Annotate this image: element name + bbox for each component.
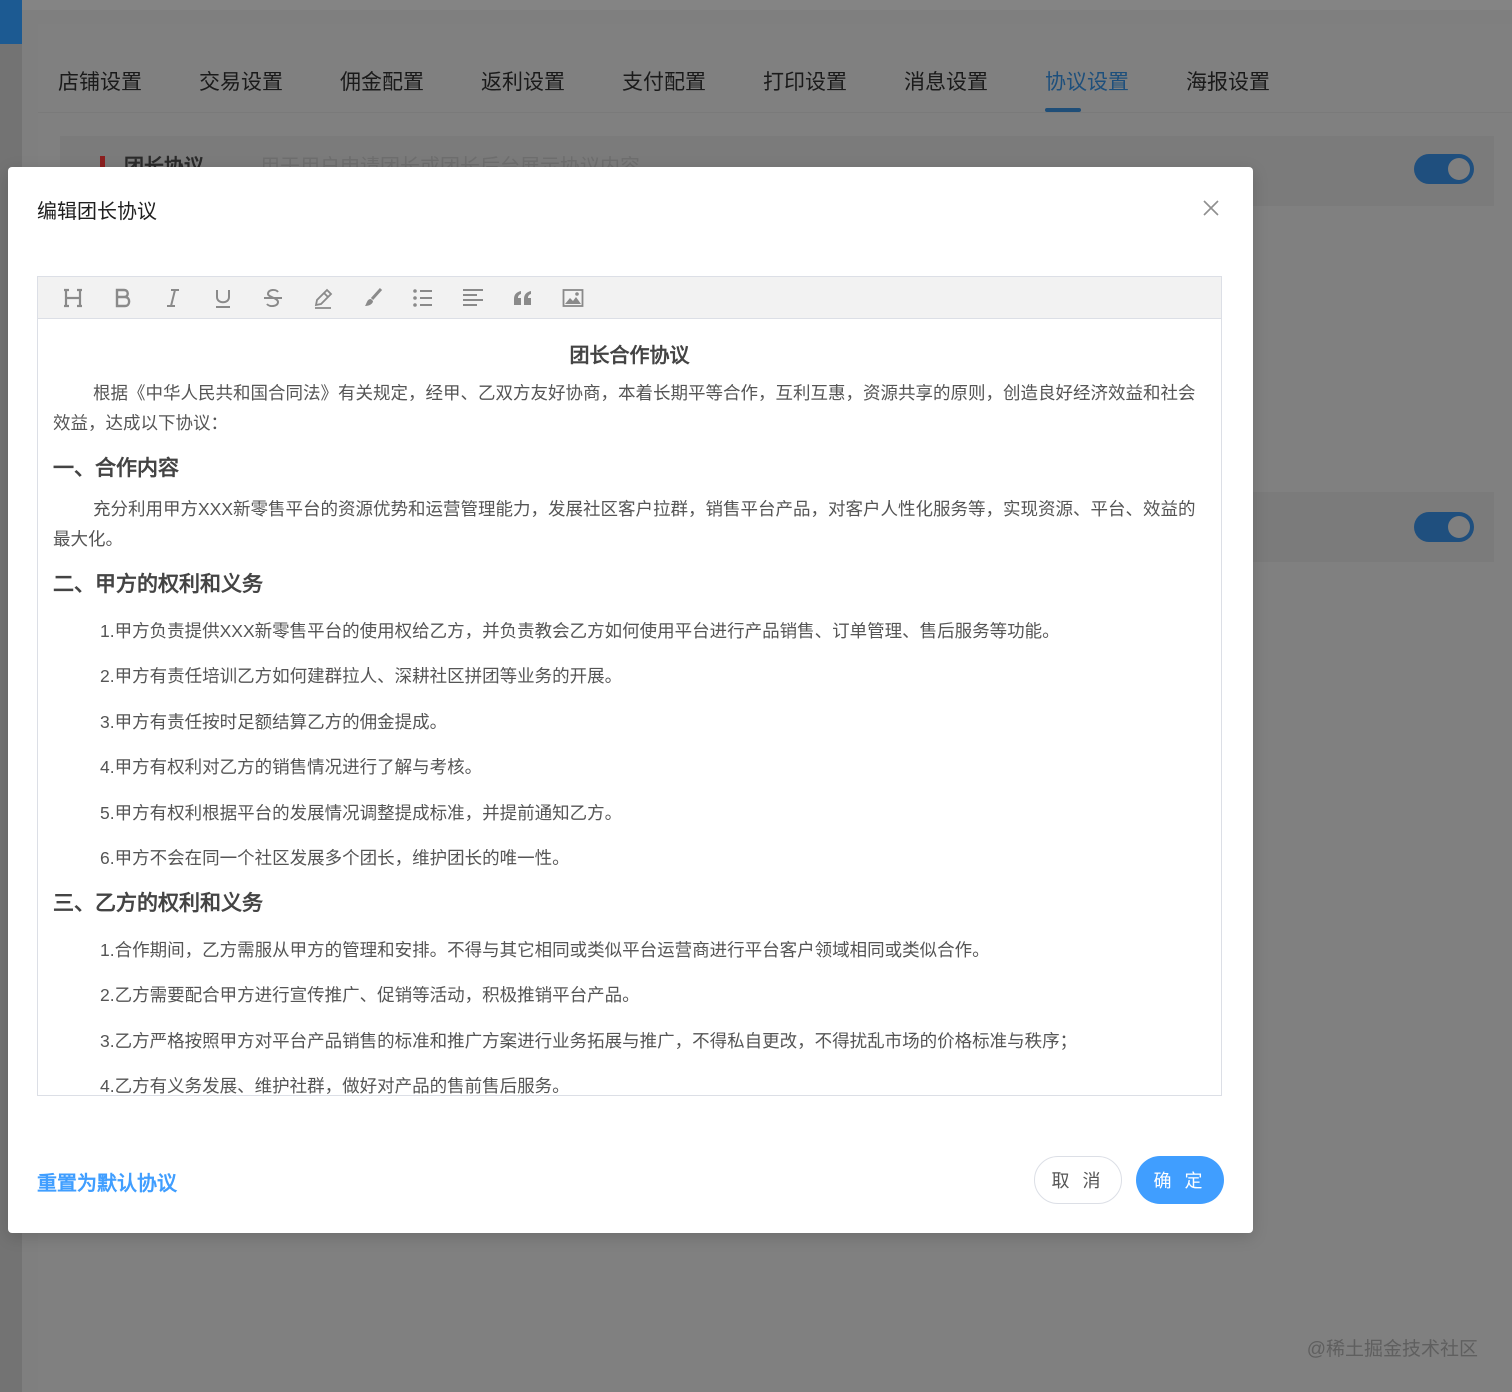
underline-icon[interactable]	[198, 277, 248, 318]
heading-icon[interactable]	[48, 277, 98, 318]
row-title: 团长协议	[124, 156, 204, 168]
tab-store-settings[interactable]: 店铺设置	[58, 60, 199, 106]
list-item: 1.甲方负责提供XXX新零售平台的使用权给乙方，并负责教会乙方如何使用平台进行产…	[100, 620, 1060, 641]
italic-icon[interactable]	[148, 277, 198, 318]
watermark: @稀土掘金技术社区	[1306, 1339, 1478, 1360]
row-description: 用于用户申请团长或团长后台展示协议内容	[260, 156, 640, 168]
list-item: 1.合作期间，乙方需服从甲方的管理和安排。不得与其它相同或类似平台运营商进行平台…	[100, 939, 990, 960]
strikethrough-icon[interactable]	[248, 277, 298, 318]
tab-payment-config[interactable]: 支付配置	[622, 60, 763, 106]
edit-agreement-dialog: 编辑团长协议 团长合作协议 根据《中华人民共和国合同法》有关规定，经甲、乙双方友…	[8, 167, 1253, 1233]
editor-toolbar	[38, 277, 1221, 319]
document-title: 团长合作协议	[569, 345, 690, 367]
top-band	[22, 0, 1512, 10]
highlight-icon[interactable]	[298, 277, 348, 318]
list-item: 6.甲方不会在同一个社区发展多个团长，维护团长的唯一性。	[100, 848, 570, 868]
tab-poster-settings[interactable]: 海报设置	[1186, 60, 1327, 106]
settings-tabs: 店铺设置 交易设置 佣金配置 返利设置 支付配置 打印设置 消息设置 协议设置 …	[58, 60, 1327, 112]
cancel-button[interactable]: 取 消	[1034, 1156, 1122, 1204]
list-icon[interactable]	[398, 277, 448, 318]
rich-text-editor: 团长合作协议 根据《中华人民共和国合同法》有关规定，经甲、乙双方友好协商，本着长…	[37, 276, 1222, 1096]
sidebar-active-marker	[0, 0, 22, 44]
align-icon[interactable]	[448, 277, 498, 318]
brush-icon[interactable]	[348, 277, 398, 318]
tab-print-settings[interactable]: 打印设置	[763, 60, 904, 106]
list-item: 3.乙方严格按照甲方对平台产品销售的标准和推广方案进行业务拓展与推广，不得私自更…	[100, 1030, 1078, 1051]
editor-content[interactable]: 团长合作协议 根据《中华人民共和国合同法》有关规定，经甲、乙双方友好协商，本着长…	[38, 319, 1221, 1095]
confirm-button[interactable]: 确 定	[1136, 1156, 1224, 1204]
quote-icon[interactable]	[498, 277, 548, 318]
section-heading: 三、乙方的权利和义务	[53, 892, 263, 915]
list-item: 2.甲方有责任培训乙方如何建群拉人、深耕社区拼团等业务的开展。	[100, 666, 623, 686]
tab-message-settings[interactable]: 消息设置	[904, 60, 1045, 106]
agreement-toggle[interactable]	[1414, 512, 1474, 542]
tabs-divider	[38, 112, 1512, 113]
list-item: 2.乙方需要配合甲方进行宣传推广、促销等活动，积极推销平台产品。	[100, 985, 640, 1005]
section-heading: 一、合作内容	[53, 457, 179, 480]
image-icon[interactable]	[548, 277, 598, 318]
list-item: 3.甲方有责任按时足额结算乙方的佣金提成。	[100, 711, 448, 732]
tab-trade-settings[interactable]: 交易设置	[199, 60, 340, 106]
bold-icon[interactable]	[98, 277, 148, 318]
list-item: 4.甲方有权利对乙方的销售情况进行了解与考核。	[100, 757, 483, 777]
reset-default-link[interactable]: 重置为默认协议	[37, 1167, 177, 1196]
section-heading: 二、甲方的权利和义务	[53, 573, 263, 596]
list-item: 5.甲方有权利根据平台的发展情况调整提成标准，并提前通知乙方。	[100, 802, 623, 823]
list-item: 4.乙方有义务发展、维护社群，做好对产品的售前售后服务。	[100, 1076, 570, 1095]
dialog-title: 编辑团长协议	[37, 201, 157, 223]
tab-rebate-settings[interactable]: 返利设置	[481, 60, 622, 106]
tab-commission-config[interactable]: 佣金配置	[340, 60, 481, 106]
section-text: 充分利用甲方XXX新零售平台的资源优势和运营管理能力，发展社区客户拉群，销售平台…	[53, 499, 1196, 549]
agreement-toggle[interactable]	[1414, 154, 1474, 184]
document-intro: 根据《中华人民共和国合同法》有关规定，经甲、乙双方友好协商，本着长期平等合作，互…	[53, 383, 1196, 433]
close-icon[interactable]	[1198, 195, 1224, 221]
tab-agreement-settings[interactable]: 协议设置	[1045, 60, 1186, 112]
